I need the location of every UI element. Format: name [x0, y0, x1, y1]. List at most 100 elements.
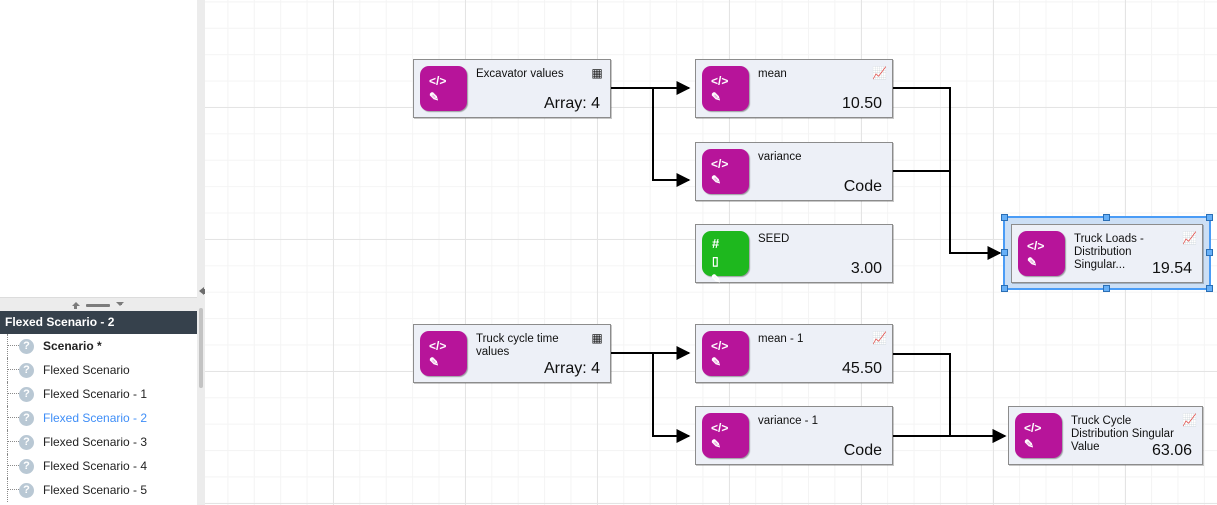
- tree-item-label: Flexed Scenario - 4: [43, 459, 148, 473]
- tree-item-label: Flexed Scenario - 3: [43, 435, 148, 449]
- code-icon: </>: [711, 74, 729, 88]
- rectangle-icon: ▯: [712, 254, 719, 268]
- node-value: 63.06: [1151, 442, 1192, 459]
- pen-edit-icon: ✎: [711, 355, 722, 369]
- code-icon: </>: [711, 157, 729, 171]
- panel-header-title: Flexed Scenario - 2: [0, 311, 197, 334]
- node-value: Code: [843, 178, 882, 195]
- pen-edit-icon: ✎: [429, 90, 440, 104]
- node-title: variance - 1: [758, 415, 819, 427]
- node-title: variance: [758, 151, 802, 163]
- question-mark-icon: ?: [19, 362, 34, 378]
- node-title: mean: [758, 68, 787, 80]
- line-chart-icon[interactable]: 📈: [872, 66, 887, 80]
- code-icon: </>: [711, 421, 729, 435]
- triangle-up-stem: [74, 306, 77, 309]
- node-value: Array: 4: [543, 360, 600, 377]
- triangle-up-icon[interactable]: [72, 302, 80, 306]
- resize-handle-nw[interactable]: [1001, 214, 1008, 221]
- tree-item-label: Flexed Scenario - 5: [43, 483, 148, 497]
- question-mark-icon: ?: [19, 386, 34, 402]
- tree-item[interactable]: ? Flexed Scenario - 2: [0, 406, 197, 430]
- node-value: Array: 4: [543, 95, 600, 112]
- pen-edit-icon: ✎: [711, 437, 722, 451]
- pen-edit-icon: ✎: [1027, 255, 1038, 269]
- node-icon-block[interactable]: </> ✎: [420, 331, 467, 376]
- left-side-panel: Flexed Scenario - 2 ? Scenario *? Flexed S…: [0, 0, 197, 505]
- wire-excavator-to-variance: [611, 87, 691, 187]
- node-variance-1[interactable]: </> ✎ variance - 1 Code: [695, 406, 893, 465]
- resize-handle-sw[interactable]: [1001, 285, 1008, 292]
- question-mark-icon: ?: [19, 410, 34, 426]
- pen-edit-icon: ✎: [711, 90, 722, 104]
- node-mean[interactable]: </> ✎ mean 📈 10.50: [695, 59, 893, 118]
- code-icon: </>: [1027, 239, 1045, 253]
- node-truck-cycle-time-values[interactable]: </> ✎ Truck cycle time values ▦ Array: 4: [413, 324, 611, 383]
- resize-handle-w[interactable]: [1001, 249, 1008, 256]
- code-icon: </>: [1024, 421, 1042, 435]
- panel-splitter[interactable]: [0, 297, 197, 311]
- node-value: Code: [843, 442, 882, 459]
- pen-edit-icon: ✎: [711, 173, 722, 187]
- tree-item[interactable]: ? Flexed Scenario - 3: [0, 430, 197, 454]
- node-title: mean - 1: [758, 333, 804, 345]
- tree-item[interactable]: ? Flexed Scenario - 4: [0, 454, 197, 478]
- triangle-down-icon[interactable]: [116, 302, 124, 306]
- node-icon-block[interactable]: </> ✎: [702, 66, 749, 111]
- line-chart-icon[interactable]: 📈: [1182, 231, 1197, 245]
- table-grid-icon[interactable]: ▦: [590, 331, 604, 345]
- node-title: SEED: [758, 233, 790, 245]
- resize-handle-n[interactable]: [1103, 214, 1110, 221]
- code-icon: </>: [429, 74, 447, 88]
- panel-empty-area: [0, 0, 197, 297]
- tree-item[interactable]: ? Flexed Scenario - 1: [0, 382, 197, 406]
- node-icon-block[interactable]: # ▯ ✎: [702, 231, 749, 285]
- panel-scrollbar-thumb[interactable]: [199, 308, 203, 388]
- wire-mean-to-truckloads: [893, 87, 1002, 260]
- line-chart-icon[interactable]: 📈: [1182, 413, 1197, 427]
- diagram-canvas[interactable]: </> ✎ Excavator values ▦ Array: 4 </> ✎ …: [205, 0, 1217, 505]
- question-mark-icon: ?: [19, 338, 34, 354]
- node-icon-block[interactable]: </> ✎: [1018, 231, 1065, 276]
- node-value: 3.00: [850, 260, 882, 277]
- tree-item-label: Flexed Scenario - 2: [43, 411, 148, 425]
- resize-handle-e[interactable]: [1206, 249, 1213, 256]
- question-mark-icon: ?: [19, 458, 34, 474]
- tree-item-label: Flexed Scenario: [43, 363, 130, 377]
- node-icon-block[interactable]: </> ✎: [1015, 413, 1062, 458]
- tree-item[interactable]: ? Scenario *: [0, 334, 197, 358]
- node-variance[interactable]: </> ✎ variance Code: [695, 142, 893, 201]
- node-excavator-values[interactable]: </> ✎ Excavator values ▦ Array: 4: [413, 59, 611, 118]
- application-window: Flexed Scenario - 2 ? Scenario *? Flexed S…: [0, 0, 1217, 505]
- node-icon-block[interactable]: </> ✎: [702, 413, 749, 458]
- hash-number-icon: #: [712, 236, 720, 251]
- pen-edit-icon: ✎: [429, 355, 440, 369]
- scenario-tree: ? Scenario *? Flexed Scenario? Flexed Scena…: [0, 334, 197, 505]
- tree-item[interactable]: ? Flexed Scenario - 5: [0, 478, 197, 502]
- node-truck-loads-distribution[interactable]: </> ✎ Truck Loads - Distribution Singula…: [1011, 224, 1203, 283]
- node-value: 19.54: [1151, 260, 1192, 277]
- line-chart-icon[interactable]: 📈: [872, 331, 887, 345]
- node-value: 10.50: [841, 95, 882, 112]
- pen-edit-icon: ✎: [711, 272, 722, 286]
- tree-item[interactable]: ? Flexed Scenario: [0, 358, 197, 382]
- resize-handle-s[interactable]: [1103, 285, 1110, 292]
- wire-cycletime-to-variance1: [611, 352, 691, 443]
- grip-handle-icon[interactable]: [86, 304, 110, 307]
- node-title: Excavator values: [476, 68, 564, 80]
- node-seed[interactable]: # ▯ ✎ SEED 3.00: [695, 224, 893, 285]
- node-icon-block[interactable]: </> ✎: [420, 66, 467, 111]
- pen-edit-icon: ✎: [1024, 437, 1035, 451]
- code-icon: </>: [429, 339, 447, 353]
- tree-item-label: Scenario *: [43, 339, 102, 353]
- resize-handle-se[interactable]: [1206, 285, 1213, 292]
- question-mark-icon: ?: [19, 482, 34, 498]
- tree-item-label: Flexed Scenario - 1: [43, 387, 148, 401]
- node-truck-cycle-distribution[interactable]: </> ✎ Truck Cycle Distribution Singular …: [1008, 406, 1203, 465]
- table-grid-icon[interactable]: ▦: [590, 66, 604, 80]
- node-mean-1[interactable]: </> ✎ mean - 1 📈 45.50: [695, 324, 893, 383]
- node-icon-block[interactable]: </> ✎: [702, 331, 749, 376]
- resize-handle-ne[interactable]: [1206, 214, 1213, 221]
- node-icon-block[interactable]: </> ✎: [702, 149, 749, 194]
- node-title: Truck cycle time values: [476, 333, 559, 358]
